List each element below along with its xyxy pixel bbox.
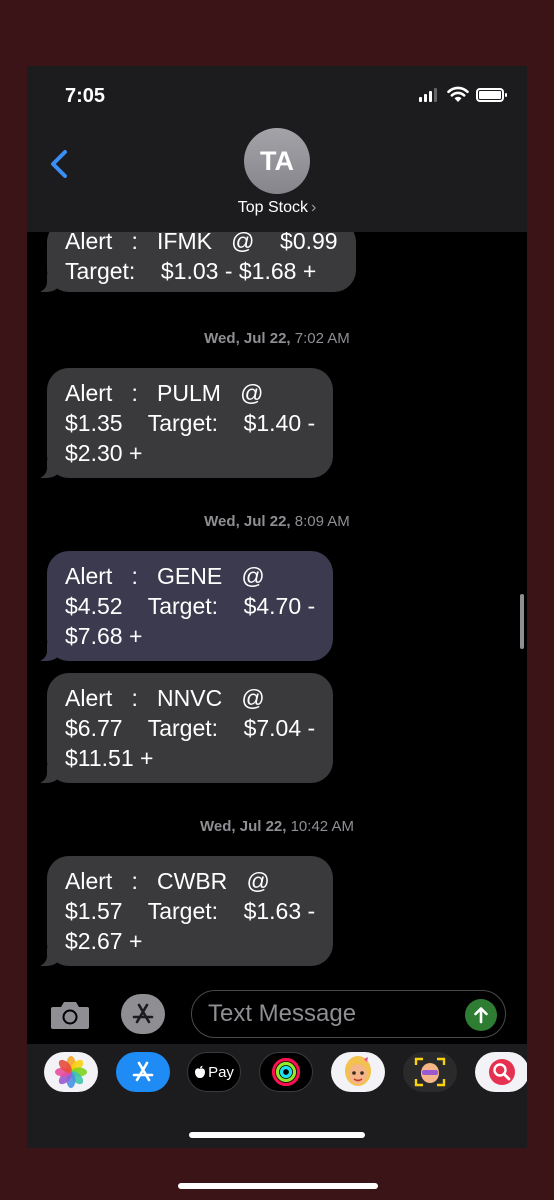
- timestamp-day: Wed, Jul 22,: [200, 818, 287, 835]
- timestamp-time: 7:02 AM: [294, 330, 350, 347]
- apple-pay-icon: [195, 1065, 206, 1078]
- memoji-stickers-app[interactable]: [403, 1052, 457, 1092]
- message-bubble[interactable]: Alert : CWBR @ $1.57 Target: $1.63 - $2.…: [34, 856, 334, 966]
- timestamp-time: 8:09 AM: [294, 513, 350, 530]
- apple-pay-label: Pay: [208, 1063, 234, 1081]
- activity-icon: [271, 1057, 301, 1087]
- app-store-icon: [132, 1003, 154, 1024]
- apple-pay-app[interactable]: Pay: [187, 1052, 241, 1092]
- scroll-indicator[interactable]: [520, 594, 524, 649]
- timestamp: Wed, Jul 22, 8:09 AM: [27, 513, 527, 530]
- app-store-app[interactable]: [116, 1052, 170, 1092]
- message-bubble[interactable]: Alert : NNVC @ $6.77 Target: $7.04 - $11…: [34, 673, 334, 783]
- timestamp-day: Wed, Jul 22,: [204, 330, 291, 347]
- photos-icon: [55, 1056, 87, 1088]
- photos-app[interactable]: [44, 1052, 98, 1092]
- message-bubble[interactable]: Alert : IFMK @ $0.99 Target: $1.03 - $1.…: [35, 232, 356, 292]
- image-search-icon: [489, 1059, 515, 1085]
- cellular-signal-icon: [419, 88, 437, 102]
- timestamp-day: Wed, Jul 22,: [204, 513, 291, 530]
- message-list[interactable]: Alert : IFMK @ $0.99 Target: $1.03 - $1.…: [27, 232, 527, 972]
- timestamp: Wed, Jul 22, 7:02 AM: [27, 330, 527, 347]
- message-bubble[interactable]: Alert : PULM @ $1.35 Target: $1.40 - $2.…: [34, 368, 334, 478]
- conversation-header: TA Top Stock ›: [27, 126, 527, 232]
- back-chevron-icon[interactable]: [45, 144, 75, 184]
- avatar-initials: TA: [260, 145, 294, 176]
- message-bubble[interactable]: Alert : GENE @ $4.52 Target: $4.70 - $7.…: [34, 551, 334, 661]
- battery-icon: [476, 88, 507, 102]
- memoji-app[interactable]: [331, 1052, 385, 1092]
- message-input[interactable]: [208, 991, 458, 1036]
- arrow-up-icon: [474, 1007, 488, 1024]
- chevron-right-icon: ›: [310, 199, 317, 216]
- wifi-icon: [447, 86, 469, 102]
- memoji-icon: [345, 1056, 371, 1086]
- send-button[interactable]: [465, 999, 497, 1031]
- camera-icon[interactable]: [49, 999, 91, 1031]
- app-store-button[interactable]: [121, 994, 165, 1034]
- app-drawer: Pay: [27, 1044, 527, 1148]
- status-time: 7:05: [65, 85, 106, 107]
- compose-bar: [27, 986, 527, 1044]
- memoji-stickers-icon: [414, 1057, 446, 1087]
- timestamp-time: 10:42 AM: [290, 818, 354, 835]
- home-indicator-secondary: [178, 1183, 378, 1189]
- home-indicator[interactable]: [189, 1132, 365, 1138]
- contact-name-button[interactable]: Top Stock ›: [27, 199, 527, 217]
- app-store-icon: [132, 1061, 154, 1082]
- timestamp: Wed, Jul 22, 10:42 AM: [27, 818, 527, 835]
- phone-screen: 7:05 TA Top Stock › Alert : IFMK @ $0.99 …: [27, 66, 527, 1148]
- contact-avatar[interactable]: TA: [244, 128, 310, 194]
- image-search-app[interactable]: [475, 1052, 527, 1092]
- status-bar: 7:05: [27, 66, 527, 126]
- contact-name: Top Stock: [237, 199, 308, 216]
- message-input-container[interactable]: [191, 990, 506, 1038]
- activity-app[interactable]: [259, 1052, 313, 1092]
